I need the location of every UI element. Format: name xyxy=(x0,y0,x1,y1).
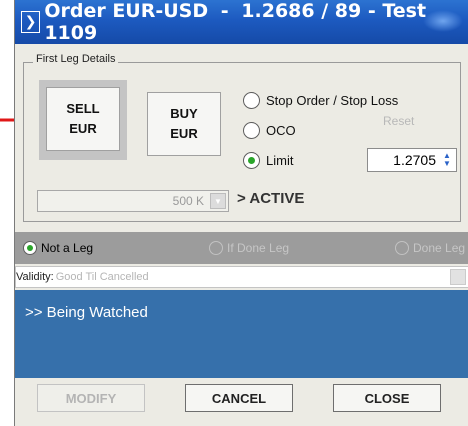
quantity-value: 500 K xyxy=(172,194,204,208)
spinner-down-icon[interactable]: ▼ xyxy=(443,160,451,168)
order-window: ❯ Order EUR-USD - 1.2686 / 89 - Test 110… xyxy=(14,0,468,426)
title-price: 1.2686 / 89 xyxy=(241,0,362,22)
title-separator: - xyxy=(220,0,229,22)
stop-order-radio[interactable] xyxy=(243,92,260,109)
status-panel: >> Being Watched xyxy=(15,290,468,378)
if-done-label: If Done Leg xyxy=(227,241,290,255)
buy-eur-button[interactable]: BUY EUR xyxy=(147,92,221,156)
title-bar[interactable]: ❯ Order EUR-USD - 1.2686 / 89 - Test 110… xyxy=(15,0,468,44)
oco-label: OCO xyxy=(266,123,296,138)
modify-button[interactable]: MODIFY xyxy=(37,384,145,412)
quantity-select[interactable]: 500 K ▼ xyxy=(37,190,229,212)
done-leg-radio[interactable] xyxy=(395,241,409,255)
limit-option[interactable]: Limit xyxy=(243,152,293,169)
leg-option-done[interactable]: Done Leg xyxy=(395,241,465,255)
not-a-leg-radio[interactable] xyxy=(23,241,37,255)
cancel-button[interactable]: CANCEL xyxy=(185,384,293,412)
limit-label: Limit xyxy=(266,153,294,168)
title-order-label: Order EUR-USD xyxy=(44,0,209,22)
oco-radio[interactable] xyxy=(243,122,260,139)
stop-order-option[interactable]: Stop Order / Stop Loss xyxy=(243,92,398,109)
spinner-arrows[interactable]: ▲ ▼ xyxy=(440,151,454,169)
order-window-icon: ❯ xyxy=(21,11,41,33)
if-done-radio[interactable] xyxy=(209,241,223,255)
order-status-active: > ACTIVE xyxy=(237,190,305,207)
validity-dropdown-icon[interactable] xyxy=(450,269,466,285)
first-leg-legend: First Leg Details xyxy=(33,53,119,65)
not-a-leg-label: Not a Leg xyxy=(41,241,94,255)
window-title: Order EUR-USD - 1.2686 / 89 - Test 1109 xyxy=(44,0,468,44)
status-text: >> Being Watched xyxy=(25,304,148,321)
oco-option[interactable]: OCO xyxy=(243,122,296,139)
title-bar-glow xyxy=(423,10,463,32)
stop-order-label: Stop Order / Stop Loss xyxy=(266,93,399,108)
buy-line2: EUR xyxy=(170,126,198,141)
sell-line1: SELL xyxy=(66,101,100,116)
validity-label: Validity: xyxy=(16,271,54,283)
leg-option-if-done[interactable]: If Done Leg xyxy=(209,241,289,255)
chevron-down-icon[interactable]: ▼ xyxy=(210,193,226,209)
leg-option-not-a-leg[interactable]: Not a Leg xyxy=(23,241,93,255)
limit-radio[interactable] xyxy=(243,152,260,169)
leg-options-bar: Not a Leg If Done Leg Done Leg xyxy=(15,232,468,264)
limit-price-value: 1.2705 xyxy=(393,152,436,168)
sell-line2: EUR xyxy=(69,121,97,136)
sell-eur-button[interactable]: SELL EUR xyxy=(46,87,120,151)
sell-button-frame: SELL EUR xyxy=(39,80,127,160)
validity-value: Good Til Cancelled xyxy=(55,271,149,283)
done-leg-label: Done Leg xyxy=(413,241,466,255)
buy-line1: BUY xyxy=(170,106,198,121)
limit-price-spinner[interactable]: 1.2705 ▲ ▼ xyxy=(367,148,457,172)
reset-link[interactable]: Reset xyxy=(383,114,414,128)
validity-select[interactable]: Validity: Good Til Cancelled xyxy=(15,266,468,288)
close-button[interactable]: CLOSE xyxy=(333,384,441,412)
